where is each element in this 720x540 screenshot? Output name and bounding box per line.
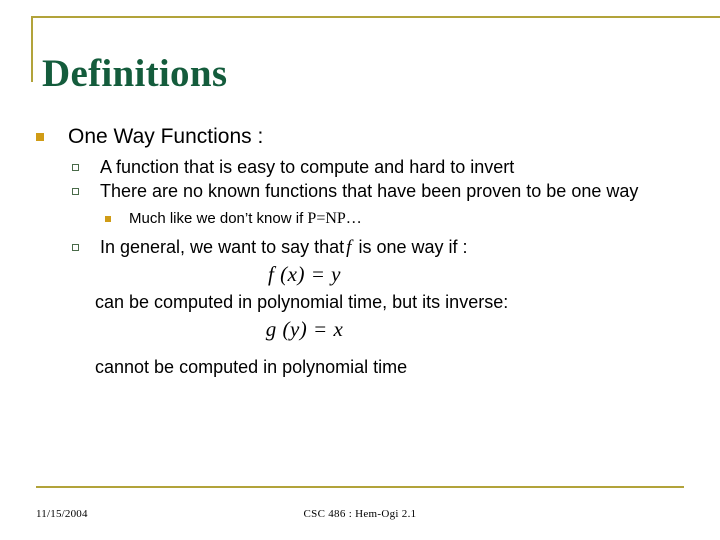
filled-square-icon [36, 124, 68, 141]
bullet-level3-p-equals-np: Much like we don’t know if P=NP… [105, 209, 720, 229]
continuation-line-2: cannot be computed in polynomial time [95, 357, 408, 377]
definition-text-before: In general, we want to say that [100, 237, 345, 257]
footer-course-reference: CSC 486 : Hem-Ogi 2.1 [303, 508, 417, 520]
page-title: Definitions [42, 52, 228, 96]
title-rule-left [31, 16, 33, 82]
bullet-level2-in-general-definition: In general, we want to say that f is one … [72, 236, 720, 259]
bullet-level2-label: In general, we want to say that f is one … [100, 236, 468, 259]
small-filled-square-icon [105, 209, 129, 222]
bullet-level3-text-math: P=NP… [307, 210, 362, 227]
continuation-line-1: can be computed in polynomial time, but … [95, 292, 509, 312]
footer-rule [36, 486, 684, 488]
bullet-level3-label: Much like we don’t know if P=NP… [129, 209, 362, 229]
bullet-level2-no-known-functions: There are no known functions that have b… [72, 180, 720, 203]
bullet-level2-label: A function that is easy to compute and h… [100, 157, 515, 177]
slide-body: One Way Functions : A function that is e… [0, 124, 720, 380]
bullet-level1-label: One Way Functions : [68, 125, 264, 148]
math-symbol-f: f [346, 237, 352, 258]
hollow-square-icon [72, 236, 100, 251]
bullet-level2-label: There are no known functions that have b… [100, 181, 639, 201]
hollow-square-icon [72, 180, 100, 195]
definition-text-after: is one way if : [358, 237, 468, 257]
equation-forward: f (x) = y [268, 262, 341, 286]
bullet-level1-one-way-functions: One Way Functions : [36, 124, 720, 150]
title-rule-top [31, 16, 720, 18]
hollow-square-icon [72, 156, 100, 171]
bullet-level2-easy-compute-hard-invert: A function that is easy to compute and h… [72, 156, 720, 179]
equation-inverse: g (y) = x [265, 317, 344, 341]
bullet-level3-text-sans: Much like we don’t know if [129, 210, 308, 227]
